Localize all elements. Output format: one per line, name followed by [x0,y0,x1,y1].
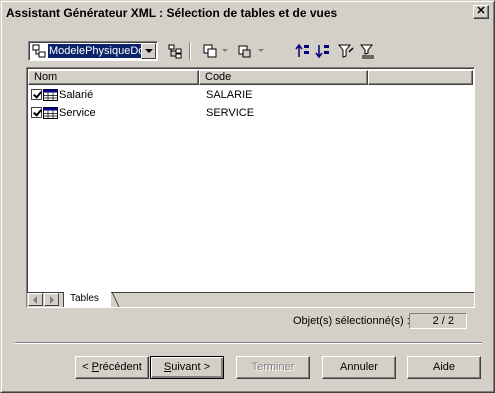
close-icon: ✕ [476,5,486,17]
selected-objects-label: Objet(s) sélectionné(s) : [293,315,410,327]
tab-tables[interactable]: Tables [63,292,111,307]
hierarchy-icon[interactable] [167,43,183,59]
paste-icon[interactable] [237,43,253,59]
table-icon [43,89,58,101]
sort-ascending-icon[interactable] [295,43,311,59]
finish-button[interactable]: Terminer [236,356,310,379]
previous-button-label: récédent [99,361,142,373]
previous-button[interactable]: < Précédent [75,356,149,379]
previous-button-mnemonic: P [91,361,99,373]
row-code: SERVICE [206,107,255,119]
filter-clear-icon[interactable] [360,43,376,59]
tab-strip: Tables [27,292,474,307]
model-icon [32,44,46,58]
column-header-empty [368,70,473,85]
copy-dropdown-icon[interactable] [222,49,228,52]
row-checkbox[interactable] [31,89,42,100]
copy-icon[interactable] [202,43,218,59]
next-button[interactable]: Suivant > [150,356,224,379]
close-button[interactable]: ✕ [473,5,489,19]
tab-scroll-right-icon[interactable] [44,293,59,306]
model-combobox-value: ModelePhysiqueDo [48,44,141,58]
table-row[interactable]: Salarié SALARIE [29,87,469,103]
selected-objects-count: 2 / 2 [409,313,467,329]
window-title: Assistant Générateur XML : Sélection de … [6,6,338,20]
row-name: Salarié [59,89,94,101]
row-name: Service [59,107,96,119]
filter-icon[interactable] [338,43,354,59]
table-row[interactable]: Service SERVICE [29,105,469,121]
paste-dropdown-icon[interactable] [258,49,264,52]
cancel-button[interactable]: Annuler [322,356,396,379]
sort-descending-icon[interactable] [315,43,331,59]
wizard-window: Assistant Générateur XML : Sélection de … [0,0,495,393]
column-header-nom[interactable]: Nom [28,70,199,85]
toolbar-separator [189,42,191,60]
tab-scroll-arrows [28,293,60,306]
next-button-label: uivant > [171,361,211,373]
title-bar: Assistant Générateur XML : Sélection de … [4,4,491,22]
help-button[interactable]: Aide [407,356,481,379]
column-header-code[interactable]: Code [199,70,368,85]
row-checkbox[interactable] [31,107,42,118]
chevron-down-icon[interactable] [141,43,156,59]
tab-scroll-left-icon[interactable] [28,293,43,306]
model-combobox[interactable]: ModelePhysiqueDo [28,41,158,61]
table-selection-list[interactable]: Nom Code Salarié SALARIE Service SERVICE [26,67,475,308]
row-code: SALARIE [206,89,253,101]
table-icon [43,107,58,119]
previous-button-prefix: < [82,361,92,373]
divider [15,342,482,344]
